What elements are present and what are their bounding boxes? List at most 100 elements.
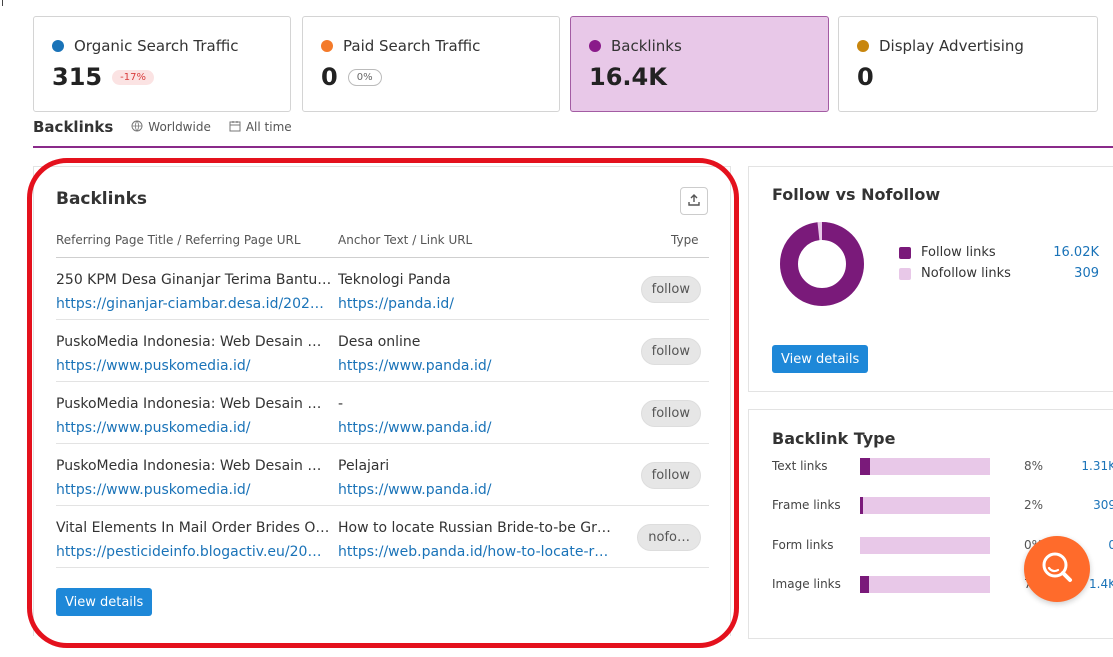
page-title: PuskoMedia Indonesia: Web Desain &… <box>56 396 332 412</box>
metric-label: Backlinks <box>611 37 682 55</box>
type-label: Frame links <box>772 498 841 512</box>
page-url-link[interactable]: https://www.puskomedia.id/ <box>56 354 332 378</box>
table-row: Vital Elements In Mail Order Brides O… h… <box>56 506 709 568</box>
legend-nofollow: Nofollow links 309 <box>899 266 1099 281</box>
metric-title-backlinks: Backlinks <box>589 37 810 55</box>
legend-value[interactable]: 16.02K <box>1053 245 1099 260</box>
metric-label: Display Advertising <box>879 37 1024 55</box>
view-details-button[interactable]: View details <box>56 588 153 616</box>
metric-card-backlinks[interactable]: Backlinks 16.4K <box>570 16 829 112</box>
link-url[interactable]: https://www.panda.id/ <box>338 478 620 502</box>
follow-nofollow-card: Follow vs Nofollow Follow links 16.02K N… <box>748 166 1113 392</box>
type-value[interactable]: 1.4K <box>1089 577 1113 591</box>
calendar-icon <box>229 120 241 135</box>
metric-value-row: 16.4K <box>589 63 810 91</box>
type-percent: 8% <box>1024 459 1044 473</box>
type-row-text: Text links 8% 1.31K <box>772 458 1113 476</box>
link-url[interactable]: https://panda.id/ <box>338 292 620 316</box>
anchor-text: How to locate Russian Bride-to-be Gr… <box>338 520 611 536</box>
anchor-cell: - https://www.panda.id/ <box>338 392 620 440</box>
table-row: PuskoMedia Indonesia: Web Desain &… http… <box>56 320 709 382</box>
type-label: Image links <box>772 577 841 591</box>
page-url-link[interactable]: https://ginanjar-ciambar.desa.id/202… <box>56 292 332 316</box>
anchor-text: - <box>338 396 344 412</box>
metric-card-paid[interactable]: Paid Search Traffic 0 0% <box>302 16 560 112</box>
page-cell: PuskoMedia Indonesia: Web Desain &… http… <box>56 392 332 440</box>
type-bar <box>860 497 990 514</box>
anchor-text: Teknologi Panda <box>338 272 451 288</box>
anchor-cell: Teknologi Panda https://panda.id/ <box>338 268 620 316</box>
table-row: 250 KPM Desa Ginanjar Terima Bantu… http… <box>56 258 709 320</box>
search-icon <box>1037 547 1077 591</box>
legend-value[interactable]: 309 <box>1074 266 1099 281</box>
metric-card-organic[interactable]: Organic Search Traffic 315 -17% <box>33 16 291 112</box>
page-url-link[interactable]: https://www.puskomedia.id/ <box>56 416 332 440</box>
gold-dot-icon <box>857 40 869 52</box>
type-bar <box>860 576 990 593</box>
link-url[interactable]: https://web.panda.id/how-to-locate-r… <box>338 540 620 564</box>
backlink-type-card: Backlink Type Text links 8% 1.31K Frame … <box>748 409 1113 639</box>
metric-value: 0 <box>857 63 874 91</box>
metric-value-row: 315 -17% <box>52 63 272 91</box>
metric-title-organic: Organic Search Traffic <box>52 37 272 55</box>
metric-label: Organic Search Traffic <box>74 37 239 55</box>
type-value[interactable]: 309 <box>1093 498 1113 512</box>
metric-title-display: Display Advertising <box>857 37 1079 55</box>
backlinks-card: Backlinks Referring Page Title / Referri… <box>33 166 731 636</box>
period-filter[interactable]: All time <box>229 120 292 135</box>
corner-tick <box>2 0 3 6</box>
page-url-link[interactable]: https://pesticideinfo.blogactiv.eu/20… <box>56 540 332 564</box>
scope-label: Worldwide <box>148 120 211 134</box>
panel-title: Follow vs Nofollow <box>772 185 941 204</box>
metric-value-row: 0 <box>857 63 1079 91</box>
page-title: 250 KPM Desa Ginanjar Terima Bantu… <box>56 272 332 288</box>
change-badge: 0% <box>347 68 382 86</box>
purple-dot-icon <box>589 40 601 52</box>
column-header-type[interactable]: Type <box>671 233 699 247</box>
page-cell: Vital Elements In Mail Order Brides O… h… <box>56 516 332 564</box>
type-bar-fill <box>860 458 870 475</box>
type-value[interactable]: 1.31K <box>1081 459 1113 473</box>
export-button[interactable] <box>680 187 708 215</box>
legend-label: Nofollow links <box>921 266 1011 281</box>
metric-card-display[interactable]: Display Advertising 0 <box>838 16 1098 112</box>
page-url-link[interactable]: https://www.puskomedia.id/ <box>56 478 332 502</box>
page-title: PuskoMedia Indonesia: Web Desain &… <box>56 334 332 350</box>
column-header-page[interactable]: Referring Page Title / Referring Page UR… <box>56 233 301 247</box>
metric-value: 315 <box>52 63 103 91</box>
page-cell: PuskoMedia Indonesia: Web Desain &… http… <box>56 330 332 378</box>
metric-value-row: 0 0% <box>321 63 541 91</box>
blue-dot-icon <box>52 40 64 52</box>
type-bar-fill <box>860 576 869 593</box>
card-title: Backlinks <box>56 189 147 209</box>
page-title: PuskoMedia Indonesia: Web Desain &… <box>56 458 332 474</box>
page-cell: 250 KPM Desa Ginanjar Terima Bantu… http… <box>56 268 332 316</box>
column-header-anchor[interactable]: Anchor Text / Link URL <box>338 233 472 247</box>
type-bar <box>860 458 990 475</box>
type-badge: follow <box>640 338 701 365</box>
type-label: Text links <box>772 459 828 473</box>
type-badge: follow <box>640 276 701 303</box>
anchor-cell: Pelajari https://www.panda.id/ <box>338 454 620 502</box>
type-badge: follow <box>640 400 701 427</box>
view-details-button[interactable]: View details <box>772 345 869 373</box>
anchor-cell: Desa online https://www.panda.id/ <box>338 330 620 378</box>
link-url[interactable]: https://www.panda.id/ <box>338 416 620 440</box>
globe-icon <box>131 120 143 135</box>
follow-segment <box>780 222 864 306</box>
search-chat-button[interactable] <box>1024 536 1090 602</box>
nofollow-swatch-icon <box>899 267 911 280</box>
type-value[interactable]: 0 <box>1108 538 1113 552</box>
link-url[interactable]: https://www.panda.id/ <box>338 354 620 378</box>
scope-filter[interactable]: Worldwide <box>131 120 211 135</box>
table-row: PuskoMedia Indonesia: Web Desain &… http… <box>56 444 709 506</box>
orange-dot-icon <box>321 40 333 52</box>
period-label: All time <box>245 120 292 134</box>
metric-label: Paid Search Traffic <box>343 37 481 55</box>
metric-title-paid: Paid Search Traffic <box>321 37 541 55</box>
type-badge: follow <box>640 462 701 489</box>
section-title: Backlinks <box>33 118 114 136</box>
type-percent: 2% <box>1024 498 1044 512</box>
change-badge: -17% <box>112 69 154 85</box>
metric-value: 16.4K <box>589 63 667 91</box>
